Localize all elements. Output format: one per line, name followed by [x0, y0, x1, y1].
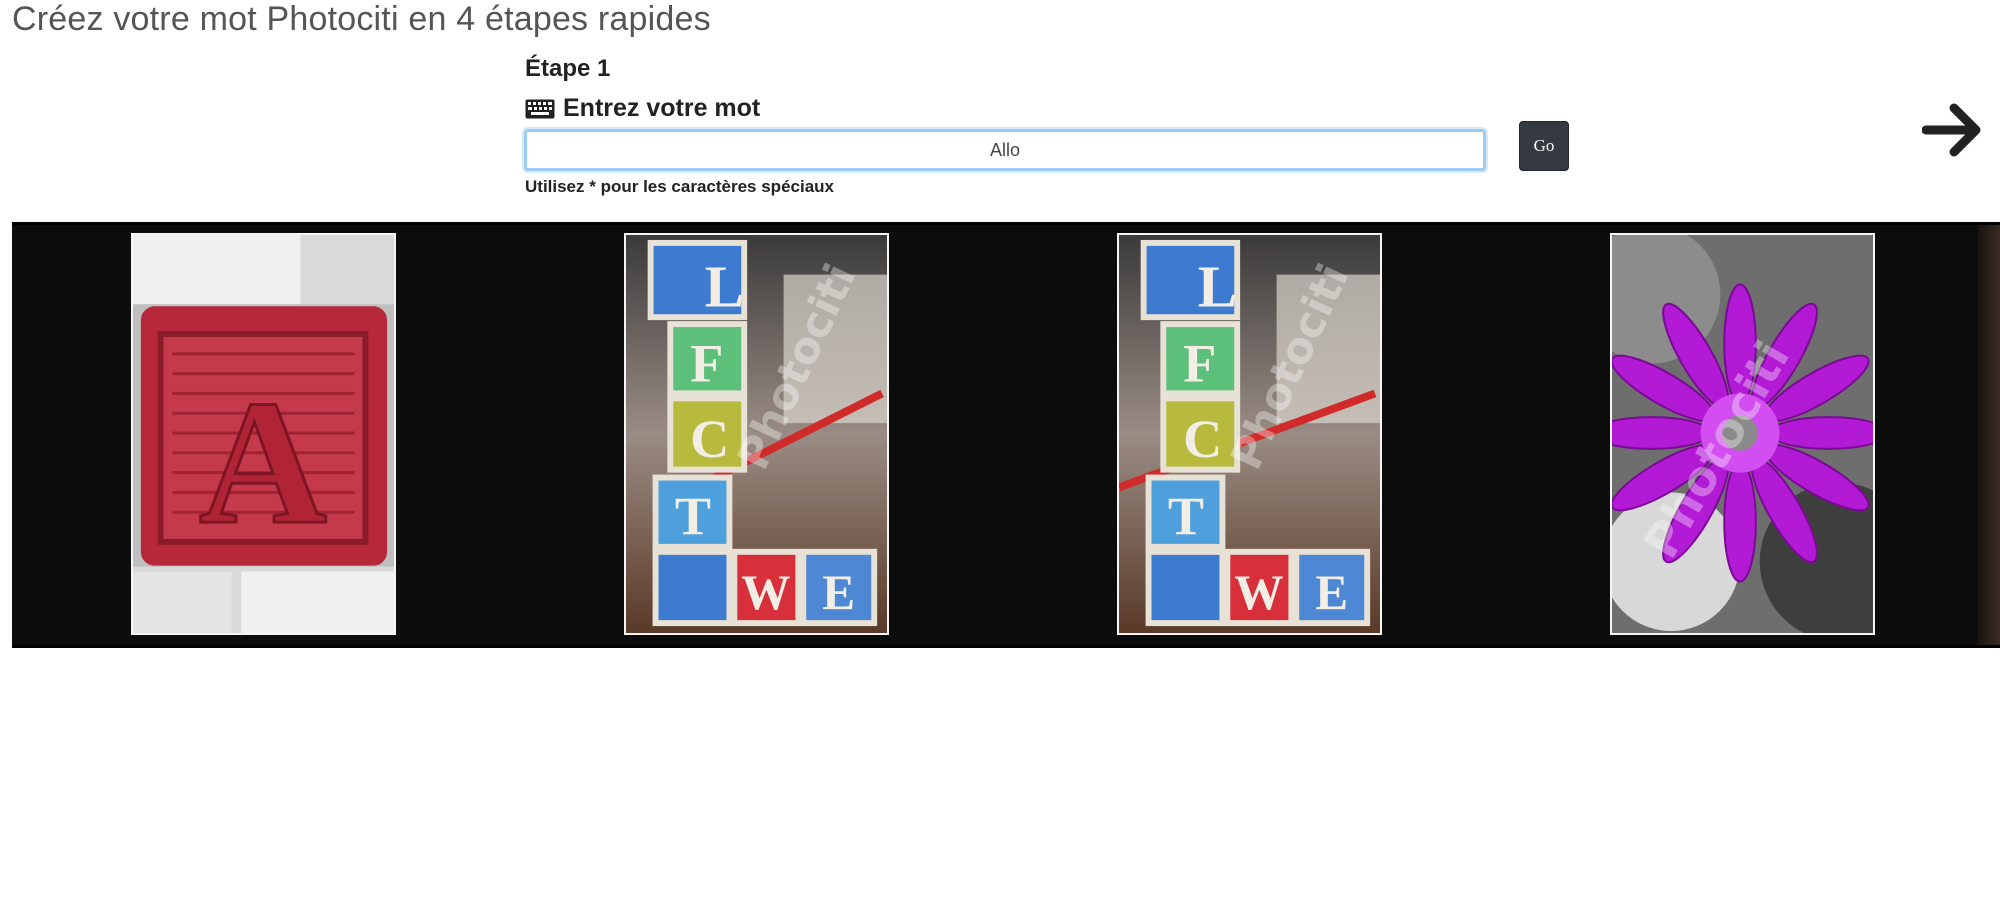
strip-edge — [1978, 225, 2000, 645]
letter-tile-l-2[interactable]: L F C T W E Photociti — [1117, 233, 1382, 635]
svg-text:L: L — [705, 253, 744, 319]
svg-text:E: E — [1315, 565, 1348, 620]
step-heading: Entrez votre mot — [525, 94, 760, 123]
block-letter-a-image: A — [133, 235, 394, 633]
go-button[interactable]: Go — [1519, 121, 1569, 171]
svg-text:W: W — [1234, 565, 1283, 620]
letter-photo-strip: A L F C T W E Photociti L F C T W E Phot… — [12, 222, 2000, 648]
step-title: Entrez votre mot — [563, 94, 761, 122]
block-letter-l-image: L F C T W E Photociti — [626, 235, 887, 633]
step-label: Étape 1 — [525, 55, 611, 82]
letter-tile-o[interactable]: Photociti — [1610, 233, 1875, 635]
letter-tile-l-1[interactable]: L F C T W E Photociti — [624, 233, 889, 635]
word-input[interactable] — [524, 129, 1486, 171]
letter-tile-a[interactable]: A — [131, 233, 396, 635]
svg-text:T: T — [675, 486, 711, 546]
arrow-right-icon[interactable] — [1922, 100, 1984, 160]
svg-text:F: F — [690, 333, 723, 393]
svg-text:A: A — [199, 365, 327, 562]
svg-text:T: T — [1168, 486, 1204, 546]
special-characters-hint: Utilisez * pour les caractères spéciaux — [525, 177, 834, 196]
block-letter-l-image: L F C T W E Photociti — [1119, 235, 1380, 633]
svg-text:C: C — [1183, 409, 1222, 469]
svg-text:W: W — [741, 565, 790, 620]
page-title: Créez votre mot Photociti en 4 étapes ra… — [12, 0, 711, 38]
svg-text:L: L — [1198, 253, 1237, 319]
svg-text:F: F — [1183, 333, 1216, 393]
purple-flower-o-image: Photociti — [1612, 235, 1873, 633]
svg-text:C: C — [690, 409, 729, 469]
keyboard-icon — [525, 99, 555, 118]
svg-text:E: E — [822, 565, 855, 620]
